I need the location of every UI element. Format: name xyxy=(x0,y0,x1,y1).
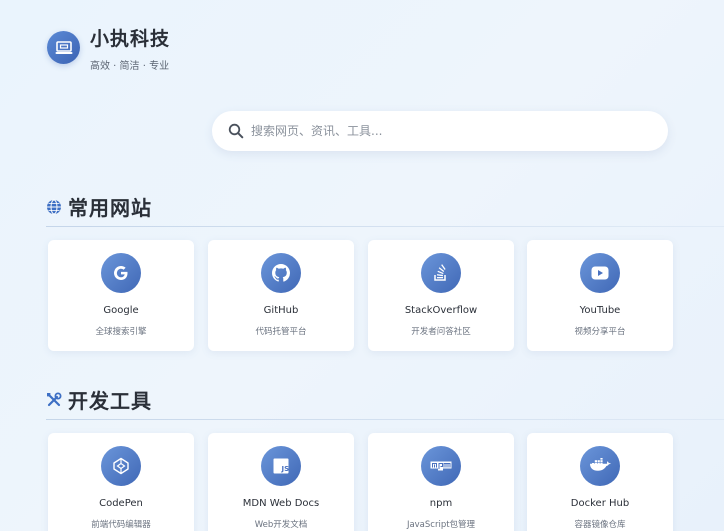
site-desc: 代码托管平台 xyxy=(255,327,307,337)
section-header-dev-tools: 开发工具 xyxy=(46,385,152,414)
section-title: 常用网站 xyxy=(68,196,152,220)
tool-desc: 前端代码编辑器 xyxy=(91,520,151,530)
search-icon xyxy=(228,123,244,139)
brand[interactable]: 小执科技 高效 · 简洁 · 专业 xyxy=(47,28,170,72)
site-name: StackOverflow xyxy=(404,305,478,316)
codepen-icon xyxy=(101,446,141,486)
docker-icon xyxy=(580,446,620,486)
section-title: 开发工具 xyxy=(68,389,152,413)
site-card-google[interactable]: Google 全球搜索引擎 xyxy=(48,240,194,351)
site-card-stackoverflow[interactable]: StackOverflow 开发者问答社区 xyxy=(368,240,514,351)
js-icon: JS xyxy=(261,446,301,486)
tool-card-mdn[interactable]: JS MDN Web Docs Web开发文档 xyxy=(208,433,354,531)
site-card-github[interactable]: GitHub 代码托管平台 xyxy=(208,240,354,351)
site-desc: 视频分享平台 xyxy=(574,327,626,337)
stackoverflow-icon xyxy=(421,253,461,293)
site-name: Google xyxy=(103,305,139,316)
google-icon xyxy=(101,253,141,293)
svg-text:JS: JS xyxy=(281,465,290,473)
tool-name: Docker Hub xyxy=(570,498,630,509)
youtube-icon xyxy=(580,253,620,293)
npm-icon xyxy=(421,446,461,486)
site-card-youtube[interactable]: YouTube 视频分享平台 xyxy=(527,240,673,351)
globe-icon xyxy=(47,199,61,214)
section-header-common-sites: 常用网站 xyxy=(46,192,152,221)
tool-name: MDN Web Docs xyxy=(242,498,320,509)
tool-desc: 容器镜像仓库 xyxy=(574,520,626,530)
site-desc: 全球搜索引擎 xyxy=(95,327,147,337)
section-divider xyxy=(46,419,724,420)
tool-card-dockerhub[interactable]: Docker Hub 容器镜像仓库 xyxy=(527,433,673,531)
site-desc: 开发者问答社区 xyxy=(411,327,471,337)
github-icon xyxy=(261,253,301,293)
tools-icon xyxy=(47,392,62,406)
section-divider xyxy=(46,226,724,227)
tool-name: npm xyxy=(429,498,453,509)
site-name: GitHub xyxy=(263,305,299,316)
tool-desc: JavaScript包管理 xyxy=(406,520,476,530)
tool-card-codepen[interactable]: CodePen 前端代码编辑器 xyxy=(48,433,194,531)
search-input[interactable] xyxy=(251,124,631,138)
site-name: YouTube xyxy=(579,305,621,316)
tool-card-npm[interactable]: npm JavaScript包管理 xyxy=(368,433,514,531)
search-bar[interactable] xyxy=(212,111,668,151)
tool-desc: Web开发文档 xyxy=(254,520,308,530)
logo xyxy=(47,31,80,64)
laptop-icon xyxy=(55,40,72,54)
brand-subtitle: 高效 · 简洁 · 专业 xyxy=(90,61,170,72)
tool-name: CodePen xyxy=(99,498,143,509)
brand-title: 小执科技 xyxy=(90,28,171,50)
